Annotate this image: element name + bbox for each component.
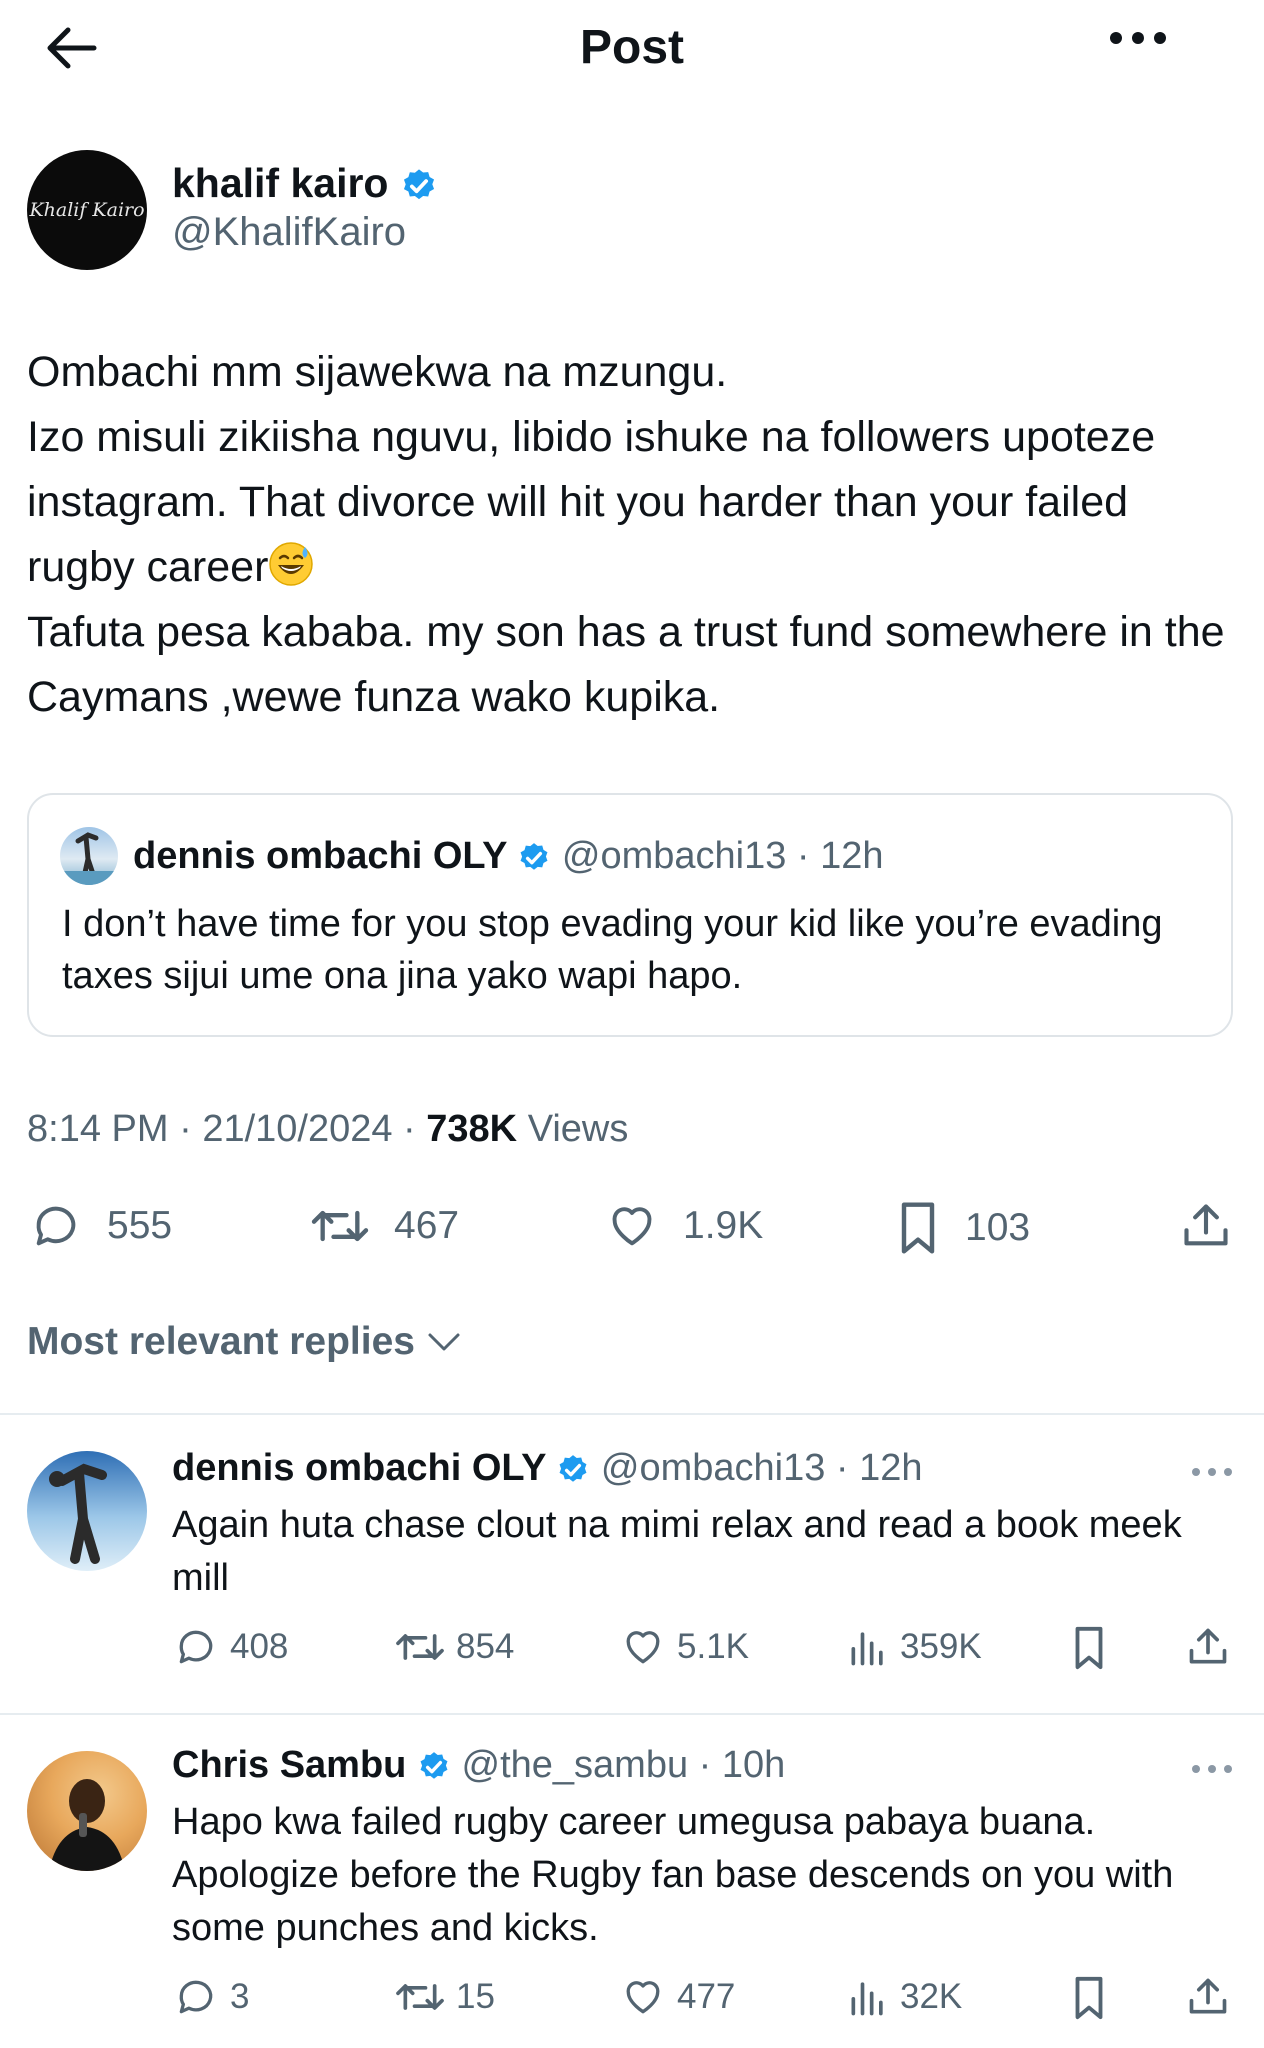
divider (0, 1713, 1264, 1715)
divider (0, 1413, 1264, 1415)
author-name[interactable]: khalif kairo (172, 160, 438, 207)
reply-handle: @the_sambu (461, 1744, 689, 1786)
like-button[interactable]: 1.9K (603, 1200, 763, 1252)
share-button[interactable] (1180, 1200, 1232, 1252)
quoted-time: 12h (820, 835, 884, 877)
grinning-sweat-emoji-icon (268, 541, 314, 587)
share-icon (1189, 1628, 1227, 1664)
reply-share-button[interactable] (1186, 1625, 1230, 1669)
bookmark-icon (1075, 1626, 1103, 1670)
more-options-button[interactable] (1108, 28, 1168, 48)
bookmark-button[interactable]: 103 (893, 1200, 1030, 1256)
heart-icon (626, 1981, 660, 2014)
bookmark-count: 103 (965, 1206, 1031, 1249)
repost-button[interactable]: 467 (308, 1200, 459, 1252)
verified-badge-icon (520, 843, 548, 870)
share-icon (1189, 1978, 1227, 2014)
share-icon (1184, 1204, 1228, 1246)
reply-button[interactable]: 555 (27, 1200, 172, 1252)
reply-icon (36, 1206, 76, 1246)
views-bar-chart-icon (851, 1632, 883, 1666)
views-label[interactable]: Views (528, 1108, 629, 1150)
avatar-signature: Khalif Kairo (29, 199, 145, 221)
reply-time: 10h (721, 1744, 786, 1786)
reply-bookmark-button[interactable] (1069, 1625, 1109, 1671)
reply-reply-button[interactable]: 3 (172, 1975, 249, 2019)
quoted-handle: @ombachi13 (561, 835, 787, 877)
verified-badge-icon (559, 1455, 587, 1482)
heart-icon (626, 1631, 660, 1664)
repost-icon (396, 1984, 444, 2010)
quoted-text: I don’t have time for you stop evading y… (62, 903, 1163, 997)
views-bar-chart-icon (851, 1982, 883, 2016)
reply-like-button[interactable]: 5.1K (619, 1625, 749, 1669)
reply-bookmark-button[interactable] (1069, 1975, 1109, 2021)
reply-icon (179, 1630, 213, 1664)
reply-avatar[interactable] (27, 1451, 147, 1571)
more-horizontal-icon (1192, 1468, 1232, 1476)
post-time: 8:14 PM (27, 1108, 169, 1150)
page-title: Post (579, 21, 684, 74)
heart-icon (612, 1207, 652, 1246)
repost-icon (396, 1634, 444, 1660)
reply-share-button[interactable] (1186, 1975, 1230, 2019)
quoted-author-avatar (60, 827, 118, 885)
reply-repost-button[interactable]: 15 (394, 1975, 495, 2019)
post-date: 21/10/2024 (202, 1108, 393, 1150)
like-count: 1.9K (683, 1204, 764, 1247)
author-avatar[interactable]: Khalif Kairo (27, 150, 147, 270)
reply-avatar[interactable] (27, 1751, 147, 1871)
replies-sort-dropdown[interactable]: Most relevant replies (27, 1320, 461, 1364)
reply-views-button[interactable]: 359K (846, 1625, 982, 1669)
reply-handle: @ombachi13 (600, 1447, 826, 1489)
reply-repost-button[interactable]: 854 (394, 1625, 514, 1669)
reply-author[interactable]: Chris Sambu @the_sambu · 10h (172, 1744, 785, 1787)
chevron-down-icon (428, 1333, 460, 1351)
verified-badge-icon (420, 1752, 448, 1779)
reply-time: 12h (859, 1447, 923, 1489)
author-handle[interactable]: @KhalifKairo (172, 210, 406, 255)
reply-author[interactable]: dennis ombachi OLY @ombachi13 · 12h (172, 1447, 923, 1490)
post-meta: 8:14 PM · 21/10/2024 · 738K Views (27, 1108, 629, 1150)
reply-views-button[interactable]: 32K (846, 1975, 962, 2019)
bookmark-icon (901, 1202, 935, 1254)
verified-badge-icon (403, 169, 434, 200)
reply-like-button[interactable]: 477 (619, 1975, 735, 2019)
views-count: 738K (426, 1108, 518, 1150)
reply-count: 555 (107, 1204, 173, 1247)
reply-reply-button[interactable]: 408 (172, 1625, 288, 1669)
reply-text: Hapo kwa failed rugby career umegusa pab… (172, 1801, 1174, 1949)
post-text: Ombachi mm sijawekwa na mzungu. Izo misu… (27, 348, 1237, 721)
reply-more-button[interactable] (1190, 1466, 1234, 1478)
reply-text: Again huta chase clout na mimi relax and… (172, 1504, 1182, 1599)
reply-more-button[interactable] (1190, 1763, 1234, 1775)
reply-icon (179, 1980, 213, 2014)
quoted-author: dennis ombachi OLY @ombachi13 · 12h (133, 835, 884, 877)
bookmark-icon (1075, 1976, 1103, 2020)
repost-icon (311, 1210, 369, 1242)
more-horizontal-icon (1192, 1765, 1232, 1773)
more-horizontal-icon (1110, 32, 1166, 44)
repost-count: 467 (394, 1204, 460, 1247)
